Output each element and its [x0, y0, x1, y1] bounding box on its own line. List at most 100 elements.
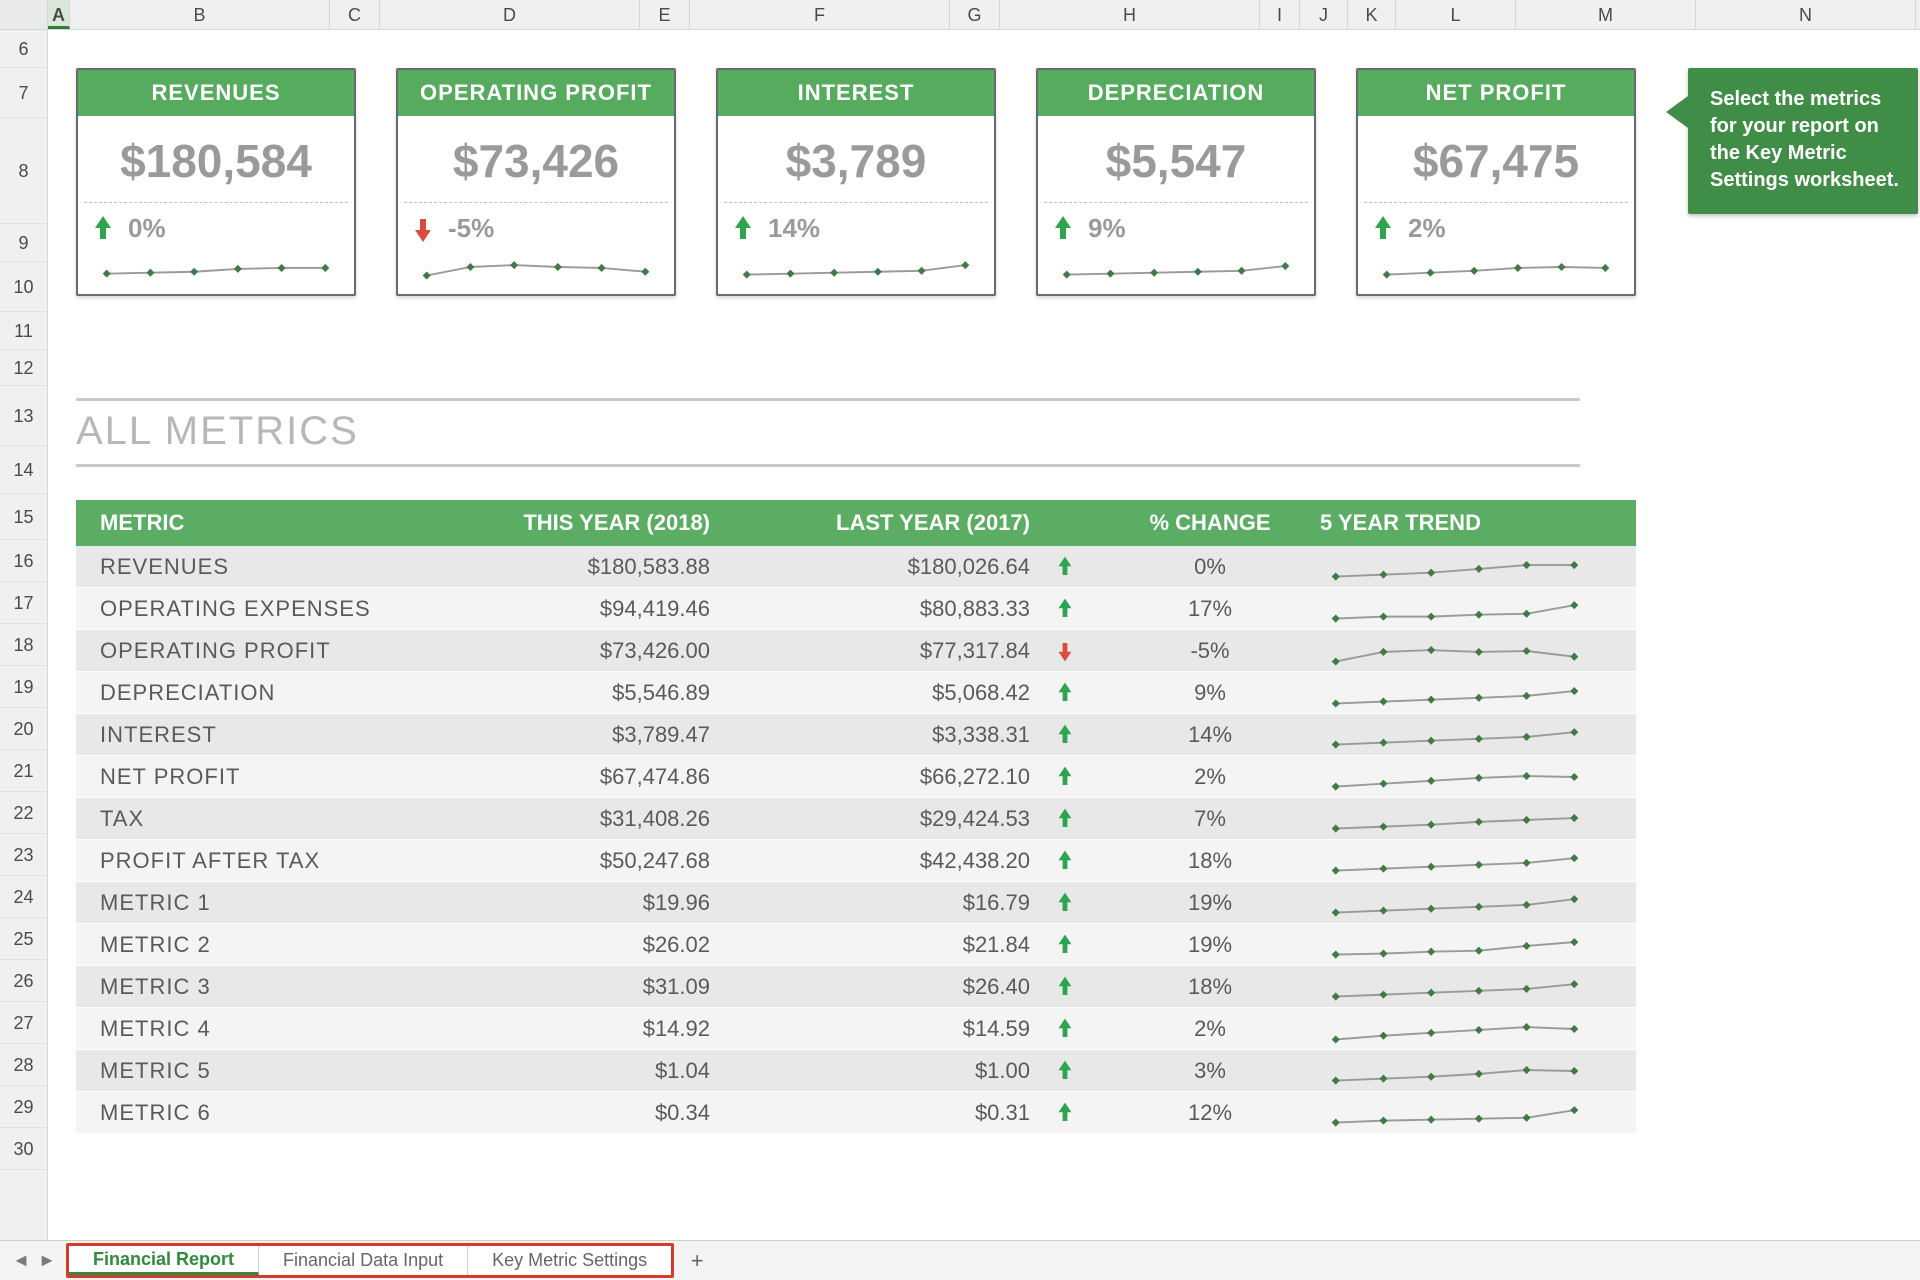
col-header-E[interactable]: E [640, 0, 690, 29]
section-all-metrics: ALL METRICS [76, 398, 1580, 467]
row-header-12[interactable]: 12 [0, 350, 47, 386]
table-row[interactable]: METRIC 3$31.09$26.4018% [76, 966, 1636, 1008]
row-header-25[interactable]: 25 [0, 918, 47, 960]
pct-change: 18% [1100, 974, 1320, 1000]
card-title: REVENUES [78, 70, 354, 116]
metric-card-depreciation[interactable]: DEPRECIATION$5,5479% [1036, 68, 1316, 296]
sheet-tab-bar[interactable]: ◄ ► Financial ReportFinancial Data Input… [0, 1240, 1920, 1280]
select-all-corner[interactable] [0, 0, 48, 29]
row-header-20[interactable]: 20 [0, 708, 47, 750]
table-row[interactable]: REVENUES$180,583.88$180,026.640% [76, 546, 1636, 588]
metric-card-operating-profit[interactable]: OPERATING PROFIT$73,426-5% [396, 68, 676, 296]
row-header-10[interactable]: 10 [0, 262, 47, 312]
row-header-18[interactable]: 18 [0, 624, 47, 666]
row-header-29[interactable]: 29 [0, 1086, 47, 1128]
table-row[interactable]: PROFIT AFTER TAX$50,247.68$42,438.2018% [76, 840, 1636, 882]
trend-sparkline [1320, 761, 1660, 793]
row-headers[interactable]: 6789101112131415161718192021222324252627… [0, 30, 48, 1240]
arrow-down-icon [1056, 640, 1074, 661]
sheet-nav-prev[interactable]: ◄ [8, 1241, 34, 1280]
table-row[interactable]: NET PROFIT$67,474.86$66,272.102% [76, 756, 1636, 798]
row-header-24[interactable]: 24 [0, 876, 47, 918]
table-row[interactable]: INTEREST$3,789.47$3,338.3114% [76, 714, 1636, 756]
row-header-9[interactable]: 9 [0, 224, 47, 262]
row-header-28[interactable]: 28 [0, 1044, 47, 1086]
table-row[interactable]: METRIC 5$1.04$1.003% [76, 1050, 1636, 1092]
row-header-7[interactable]: 7 [0, 68, 47, 118]
col-header-A[interactable]: A [48, 0, 70, 29]
metric-name: METRIC 4 [100, 1016, 420, 1042]
row-header-23[interactable]: 23 [0, 834, 47, 876]
table-row[interactable]: DEPRECIATION$5,546.89$5,068.429% [76, 672, 1636, 714]
col-header-K[interactable]: K [1348, 0, 1396, 29]
row-header-21[interactable]: 21 [0, 750, 47, 792]
arrow-up-icon [1056, 934, 1074, 955]
table-row[interactable]: OPERATING PROFIT$73,426.00$77,317.84-5% [76, 630, 1636, 672]
sheet-tab-financial-data-input[interactable]: Financial Data Input [259, 1246, 468, 1275]
col-header-C[interactable]: C [330, 0, 380, 29]
metric-name: DEPRECIATION [100, 680, 420, 706]
metric-name: PROFIT AFTER TAX [100, 848, 420, 874]
metric-card-revenues[interactable]: REVENUES$180,5840% [76, 68, 356, 296]
row-header-15[interactable]: 15 [0, 494, 47, 540]
add-sheet-button[interactable]: + [680, 1241, 714, 1280]
col-header-I[interactable]: I [1260, 0, 1300, 29]
table-row[interactable]: METRIC 6$0.34$0.3112% [76, 1092, 1636, 1134]
table-row[interactable]: TAX$31,408.26$29,424.537% [76, 798, 1636, 840]
table-col-3 [1030, 510, 1100, 536]
sheet-tab-financial-report[interactable]: Financial Report [69, 1246, 259, 1275]
card-title: DEPRECIATION [1038, 70, 1314, 116]
arrow-up-icon [1056, 598, 1074, 619]
row-header-17[interactable]: 17 [0, 582, 47, 624]
metrics-table[interactable]: METRICTHIS YEAR (2018)LAST YEAR (2017)% … [76, 500, 1636, 1134]
sheet-nav-next[interactable]: ► [34, 1241, 60, 1280]
row-header-11[interactable]: 11 [0, 312, 47, 350]
row-header-13[interactable]: 13 [0, 386, 47, 446]
metric-card-net-profit[interactable]: NET PROFIT$67,4752% [1356, 68, 1636, 296]
col-header-F[interactable]: F [690, 0, 950, 29]
table-row[interactable]: METRIC 2$26.02$21.8419% [76, 924, 1636, 966]
col-header-D[interactable]: D [380, 0, 640, 29]
row-header-30[interactable]: 30 [0, 1128, 47, 1170]
column-headers[interactable]: ABCDEFGHIJKLMN [0, 0, 1920, 30]
col-header-N[interactable]: N [1696, 0, 1916, 29]
metric-card-interest[interactable]: INTEREST$3,78914% [716, 68, 996, 296]
arrow-up-icon [92, 216, 114, 242]
this-year-value: $31,408.26 [420, 806, 710, 832]
metric-name: METRIC 2 [100, 932, 420, 958]
last-year-value: $0.31 [710, 1100, 1030, 1126]
table-row[interactable]: METRIC 1$19.96$16.7919% [76, 882, 1636, 924]
table-row[interactable]: OPERATING EXPENSES$94,419.46$80,883.3317… [76, 588, 1636, 630]
row-header-19[interactable]: 19 [0, 666, 47, 708]
row-header-8[interactable]: 8 [0, 118, 47, 224]
col-header-M[interactable]: M [1516, 0, 1696, 29]
pct-change: 9% [1100, 680, 1320, 706]
col-header-B[interactable]: B [70, 0, 330, 29]
row-header-6[interactable]: 6 [0, 30, 47, 68]
row-header-16[interactable]: 16 [0, 540, 47, 582]
metric-name: METRIC 5 [100, 1058, 420, 1084]
last-year-value: $3,338.31 [710, 722, 1030, 748]
metric-name: OPERATING PROFIT [100, 638, 420, 664]
row-header-27[interactable]: 27 [0, 1002, 47, 1044]
last-year-value: $26.40 [710, 974, 1030, 1000]
arrow-up-icon [1056, 766, 1074, 787]
col-header-H[interactable]: H [1000, 0, 1260, 29]
worksheet-canvas[interactable]: REVENUES$180,5840%OPERATING PROFIT$73,42… [48, 30, 1920, 1240]
last-year-value: $180,026.64 [710, 554, 1030, 580]
card-change: 2% [1408, 213, 1446, 244]
this-year-value: $67,474.86 [420, 764, 710, 790]
table-col-2: LAST YEAR (2017) [710, 510, 1030, 536]
col-header-J[interactable]: J [1300, 0, 1348, 29]
card-value: $5,547 [1038, 116, 1314, 202]
row-header-14[interactable]: 14 [0, 446, 47, 494]
col-header-G[interactable]: G [950, 0, 1000, 29]
pct-change: 2% [1100, 764, 1320, 790]
pct-change: -5% [1100, 638, 1320, 664]
sheet-tab-key-metric-settings[interactable]: Key Metric Settings [468, 1246, 671, 1275]
row-header-22[interactable]: 22 [0, 792, 47, 834]
table-row[interactable]: METRIC 4$14.92$14.592% [76, 1008, 1636, 1050]
last-year-value: $77,317.84 [710, 638, 1030, 664]
row-header-26[interactable]: 26 [0, 960, 47, 1002]
col-header-L[interactable]: L [1396, 0, 1516, 29]
